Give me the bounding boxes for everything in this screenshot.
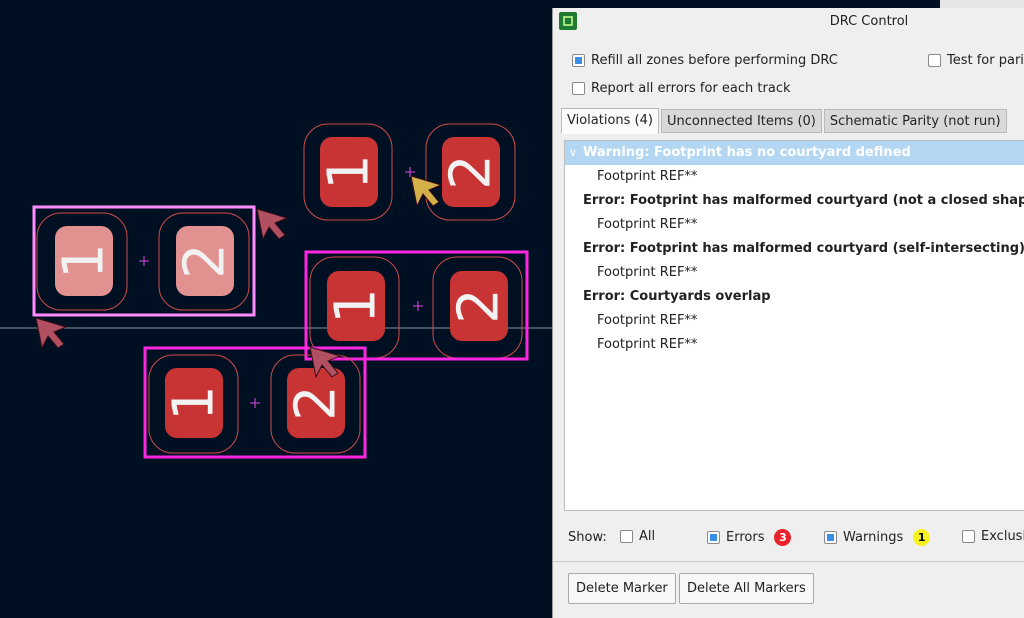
show-warnings-option[interactable]: Warnings 1 [824,529,931,546]
show-errors-label: Errors [726,530,765,545]
show-errors-option[interactable]: Errors 3 [707,529,792,546]
show-exclusions-option[interactable]: Exclusions [962,529,1024,544]
pad-number: 2 [439,154,504,190]
refill-zones-option[interactable]: Refill all zones before performing DRC [572,53,838,68]
violation-item[interactable]: Footprint REF** [565,309,1024,333]
drc-control-dialog: DRC Control Refill all zones before perf… [552,8,1024,618]
refill-zones-label: Refill all zones before performing DRC [591,53,838,68]
severity-filter-bar: Show: All Errors 3 Warnings 1 Exclusions [553,524,1024,548]
pcb-canvas[interactable]: 1 2 1 2 1 2 1 2 [0,0,552,618]
dialog-titlebar[interactable]: DRC Control [553,8,1024,36]
report-all-errors-label: Report all errors for each track [591,81,791,96]
pad-number: 1 [317,154,382,190]
show-all-label: All [639,529,656,544]
chevron-down-icon[interactable]: ∨ [569,141,583,165]
violation-item[interactable]: Footprint REF** [565,261,1024,285]
pad-number: 2 [447,288,512,324]
pad-number: 1 [162,385,227,421]
delete-marker-button[interactable]: Delete Marker [568,573,676,604]
show-warnings-label: Warnings [843,530,904,545]
violation-row[interactable]: ∨ Warning: Footprint has no courtyard def… [565,141,1024,165]
drc-marker-arrow-icon[interactable] [410,175,443,208]
drc-marker-arrow-icon[interactable] [35,317,68,350]
show-all-checkbox[interactable] [620,530,633,543]
test-parity-checkbox[interactable] [928,54,941,67]
show-all-option[interactable]: All [620,529,655,544]
violations-list[interactable]: ∨ Warning: Footprint has no courtyard def… [564,140,1024,511]
drc-marker-arrow-icon[interactable] [256,208,289,241]
violation-item[interactable]: Footprint REF** [565,333,1024,357]
report-all-errors-checkbox[interactable] [572,82,585,95]
violation-row[interactable]: Error: Footprint has malformed courtyard… [565,237,1024,261]
test-parity-option[interactable]: Test for parity [928,53,1024,68]
show-exclusions-label: Exclusions [981,529,1024,544]
violation-item[interactable]: Footprint REF** [565,213,1024,237]
tab-schematic-parity[interactable]: Schematic Parity (not run) [823,109,1007,133]
pad-number: 1 [52,243,117,279]
warning-count-badge: 1 [913,529,931,546]
dialog-title: DRC Control [829,14,909,29]
test-parity-label: Test for parity [947,53,1024,68]
report-all-errors-option[interactable]: Report all errors for each track [572,81,791,96]
tab-unconnected-items[interactable]: Unconnected Items (0) [660,109,822,133]
show-errors-checkbox[interactable] [707,531,720,544]
pad-number: 2 [173,243,238,279]
show-warnings-checkbox[interactable] [824,531,837,544]
show-label: Show: [568,530,607,545]
violation-item[interactable]: Footprint REF** [565,165,1024,189]
pad-number: 1 [324,288,389,324]
pad-number: 2 [284,385,349,421]
violation-row[interactable]: Error: Footprint has malformed courtyard… [565,189,1024,213]
error-count-badge: 3 [774,529,792,546]
tab-violations[interactable]: Violations (4) [561,108,659,134]
refill-zones-checkbox[interactable] [572,54,585,67]
results-tabs: Violations (4) Unconnected Items (0) Sch… [561,108,1009,134]
show-exclusions-checkbox[interactable] [962,530,975,543]
delete-all-markers-button[interactable]: Delete All Markers [679,573,814,604]
divider [553,561,1024,562]
violation-row[interactable]: Error: Courtyards overlap [565,285,1024,309]
